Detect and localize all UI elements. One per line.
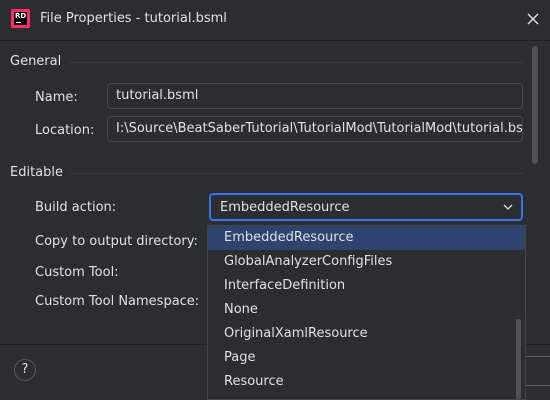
- general-heading: General: [10, 54, 62, 69]
- app-icon-bar: [16, 22, 21, 23]
- dropdown-scrollbar[interactable]: [516, 319, 521, 399]
- editable-heading: Editable: [10, 165, 64, 180]
- dropdown-option-interfacedefinition[interactable]: InterfaceDefinition: [208, 274, 525, 298]
- build-action-combo[interactable]: EmbeddedResource: [209, 193, 523, 221]
- close-icon[interactable]: [523, 9, 543, 29]
- title-bar: RD File Properties - tutorial.bsml: [0, 0, 550, 41]
- build-action-value: EmbeddedResource: [220, 200, 350, 215]
- name-field[interactable]: tutorial.bsml: [107, 83, 523, 109]
- dropdown-option-globalanalyzerconfigfiles[interactable]: GlobalAnalyzerConfigFiles: [208, 250, 525, 274]
- dropdown-option-originalxamlresource[interactable]: OriginalXamlResource: [208, 322, 525, 346]
- help-button[interactable]: ?: [14, 359, 36, 381]
- location-label: Location:: [35, 123, 95, 138]
- app-icon-text: RD: [15, 12, 27, 20]
- copy-to-output-label: Copy to output directory:: [35, 234, 198, 249]
- chevron-down-icon[interactable]: [502, 201, 514, 213]
- custom-tool-label: Custom Tool:: [35, 265, 119, 280]
- build-action-dropdown: EmbeddedResource GlobalAnalyzerConfigFil…: [207, 225, 526, 400]
- window-title: File Properties - tutorial.bsml: [40, 11, 227, 26]
- general-separator: [70, 62, 523, 63]
- dropdown-option-none[interactable]: None: [208, 298, 525, 322]
- app-icon-square: RD: [14, 12, 27, 25]
- dropdown-option-embeddedresource[interactable]: EmbeddedResource: [208, 226, 525, 250]
- editable-separator: [70, 173, 523, 174]
- rider-app-icon: RD: [11, 9, 30, 28]
- name-label: Name:: [35, 90, 78, 105]
- build-action-label: Build action:: [35, 200, 117, 215]
- dropdown-option-page[interactable]: Page: [208, 346, 525, 370]
- custom-tool-namespace-label: Custom Tool Namespace:: [35, 294, 200, 309]
- location-field[interactable]: I:\Source\BeatSaberTutorial\TutorialMod\…: [107, 116, 523, 142]
- dropdown-option-resource[interactable]: Resource: [208, 370, 525, 394]
- dialog-scrollbar[interactable]: [532, 46, 538, 164]
